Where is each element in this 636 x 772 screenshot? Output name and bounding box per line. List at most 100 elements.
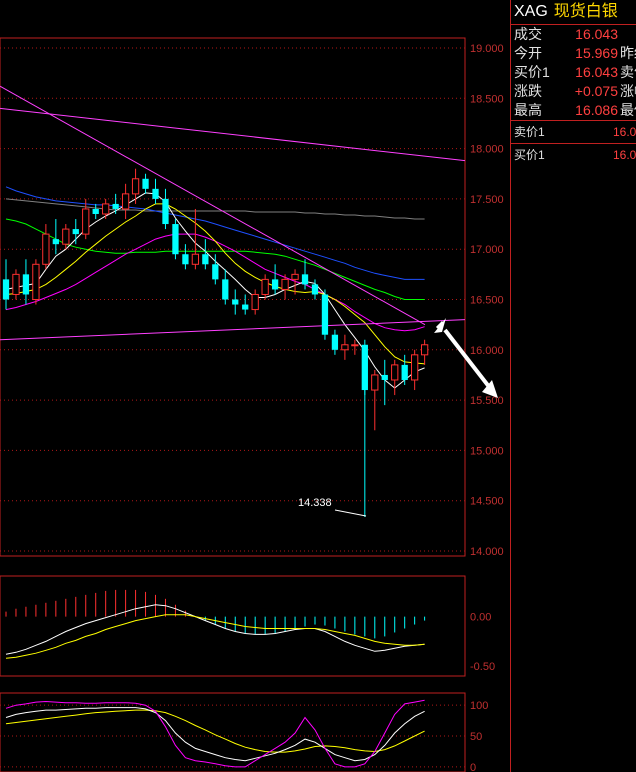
candle-body-up [121, 193, 130, 210]
price-tick-label: 14.500 [470, 496, 504, 508]
candle-body-up [191, 253, 200, 265]
quote-row: 最高 16.086最低 [511, 101, 636, 120]
quote-row-label2: 昨结 [620, 45, 636, 61]
macd-panel-frame [0, 575, 466, 677]
candlesticks [2, 168, 429, 517]
orderbook-label: 卖价1 [514, 125, 545, 139]
quote-rows: 成交16.043今开15.969昨结买价116.043卖价涨跌+0.075涨幅最… [511, 25, 636, 120]
candle-body-down [381, 374, 388, 380]
forecast-arrows [434, 318, 498, 398]
candle-body-down [361, 344, 368, 391]
quote-row-label2: 最低 [620, 102, 636, 118]
orderbook-value: 16.0 [613, 148, 636, 162]
candle-body-down [321, 294, 329, 335]
candle-body-up [131, 178, 140, 195]
macd-y-axis: 0.00 -0.50 [470, 612, 495, 673]
candle-body-up [371, 374, 379, 391]
quote-row-label: 最高 [514, 102, 542, 118]
candle-body-down [222, 279, 229, 300]
candle-body-up [62, 228, 70, 245]
quote-row: 成交 16.043 [511, 25, 636, 44]
candle-body-up [42, 233, 50, 265]
chart-area[interactable]: 19.000 18.500 18.000 17.500 17.000 16.500 16.0… [0, 0, 510, 772]
candle-body-down [182, 254, 189, 265]
orderbook-label: 买价1 [514, 148, 545, 162]
price-y-axis: 19.000 18.500 18.000 17.500 17.000 16.500 16.0… [470, 43, 504, 558]
price-tick-label: 17.500 [470, 194, 504, 206]
price-tick-label: 18.000 [470, 144, 504, 156]
candle-body-up [32, 263, 40, 301]
macd-tick-label: -0.50 [470, 661, 495, 673]
price-tick-label: 17.000 [470, 244, 504, 256]
candle-body-down [112, 203, 119, 209]
price-tick-label: 16.500 [470, 295, 504, 307]
candle-body-up [281, 278, 289, 290]
quote-row: 涨跌 +0.075涨幅 [511, 82, 636, 101]
candle-body-up [82, 208, 90, 235]
candle-body-down [301, 274, 309, 285]
kdj-panel: 100 50 0 [0, 692, 488, 772]
quote-row-label: 涨跌 [514, 83, 542, 99]
macd-dif-line [5, 604, 425, 655]
quote-row-value: +0.075 [574, 83, 618, 99]
kdj-tick-label: 50 [470, 731, 482, 743]
candle-body-up [411, 354, 419, 381]
macd-lines [5, 604, 425, 659]
quote-row-value: 15.969 [575, 45, 618, 61]
annotation-group: 14.338 [298, 497, 367, 517]
quote-row: 买价1 16.043卖价 [511, 63, 636, 82]
price-panel: 19.000 18.500 18.000 17.500 17.000 16.500 16.0… [0, 37, 504, 558]
candle-body-down [212, 264, 219, 280]
candle-body-down [92, 208, 99, 214]
candle-body-up [261, 278, 269, 295]
candle-body-down [142, 178, 149, 189]
quote-header: XAG 现货白银 [511, 0, 636, 25]
quote-panel: XAG现货白银 成交16.043今开15.969昨结买价116.043卖价涨跌+… [510, 0, 636, 772]
quote-row-label: 买价1 [514, 64, 550, 80]
candle-body-down [311, 284, 319, 295]
kdj-j-line [5, 699, 425, 768]
quote-row-label2: 涨幅 [620, 83, 636, 99]
candle-body-up [291, 273, 299, 280]
price-tick-label: 16.000 [470, 345, 504, 357]
price-tick-label: 18.500 [470, 93, 504, 105]
kdj-tick-label: 100 [470, 700, 488, 712]
candle-body-down [162, 198, 169, 225]
orderbook-row: 买价1 16.0 [511, 143, 636, 166]
macd-histogram [5, 589, 426, 639]
quote-row-value: 16.043 [575, 64, 618, 80]
candle-body-down [172, 224, 179, 255]
candle-body-down [2, 279, 10, 300]
trend-line-top [0, 107, 466, 162]
trend-line-falling [0, 85, 426, 326]
candle-body-down [242, 304, 249, 310]
candle-body-down [401, 364, 408, 380]
symbol-name: 现货白银 [553, 3, 618, 20]
candle-body-up [102, 203, 110, 215]
candle-body-up [391, 364, 399, 381]
orderbook-value: 16.0 [613, 125, 636, 139]
candle-body-down [202, 254, 209, 265]
candle-body-down [232, 299, 239, 305]
quote-row-value: 16.043 [575, 26, 618, 42]
symbol-code: XAG [514, 3, 548, 20]
candle-body-up [12, 273, 20, 295]
candle-body-down [52, 239, 59, 245]
candle-body-up [251, 293, 259, 311]
price-tick-label: 14.000 [470, 546, 504, 558]
arrow-down-icon [443, 328, 492, 390]
quote-row-label: 成交 [514, 26, 542, 42]
quote-row-label: 今开 [514, 45, 542, 61]
kdj-d-line [5, 709, 425, 753]
quote-row-value: 16.086 [575, 102, 618, 118]
candle-body-up [351, 344, 359, 347]
orderbook-row: 卖价1 16.0 [511, 121, 636, 143]
quote-row: 今开 15.969昨结 [511, 44, 636, 63]
low-marker-line [334, 509, 367, 517]
quote-row-label2: 卖价 [620, 64, 636, 80]
candle-body-up [420, 344, 429, 356]
low-price-label: 14.338 [298, 497, 332, 509]
candle-body-down [152, 188, 159, 199]
price-tick-label: 19.000 [470, 43, 504, 55]
candle-body-down [72, 229, 79, 235]
